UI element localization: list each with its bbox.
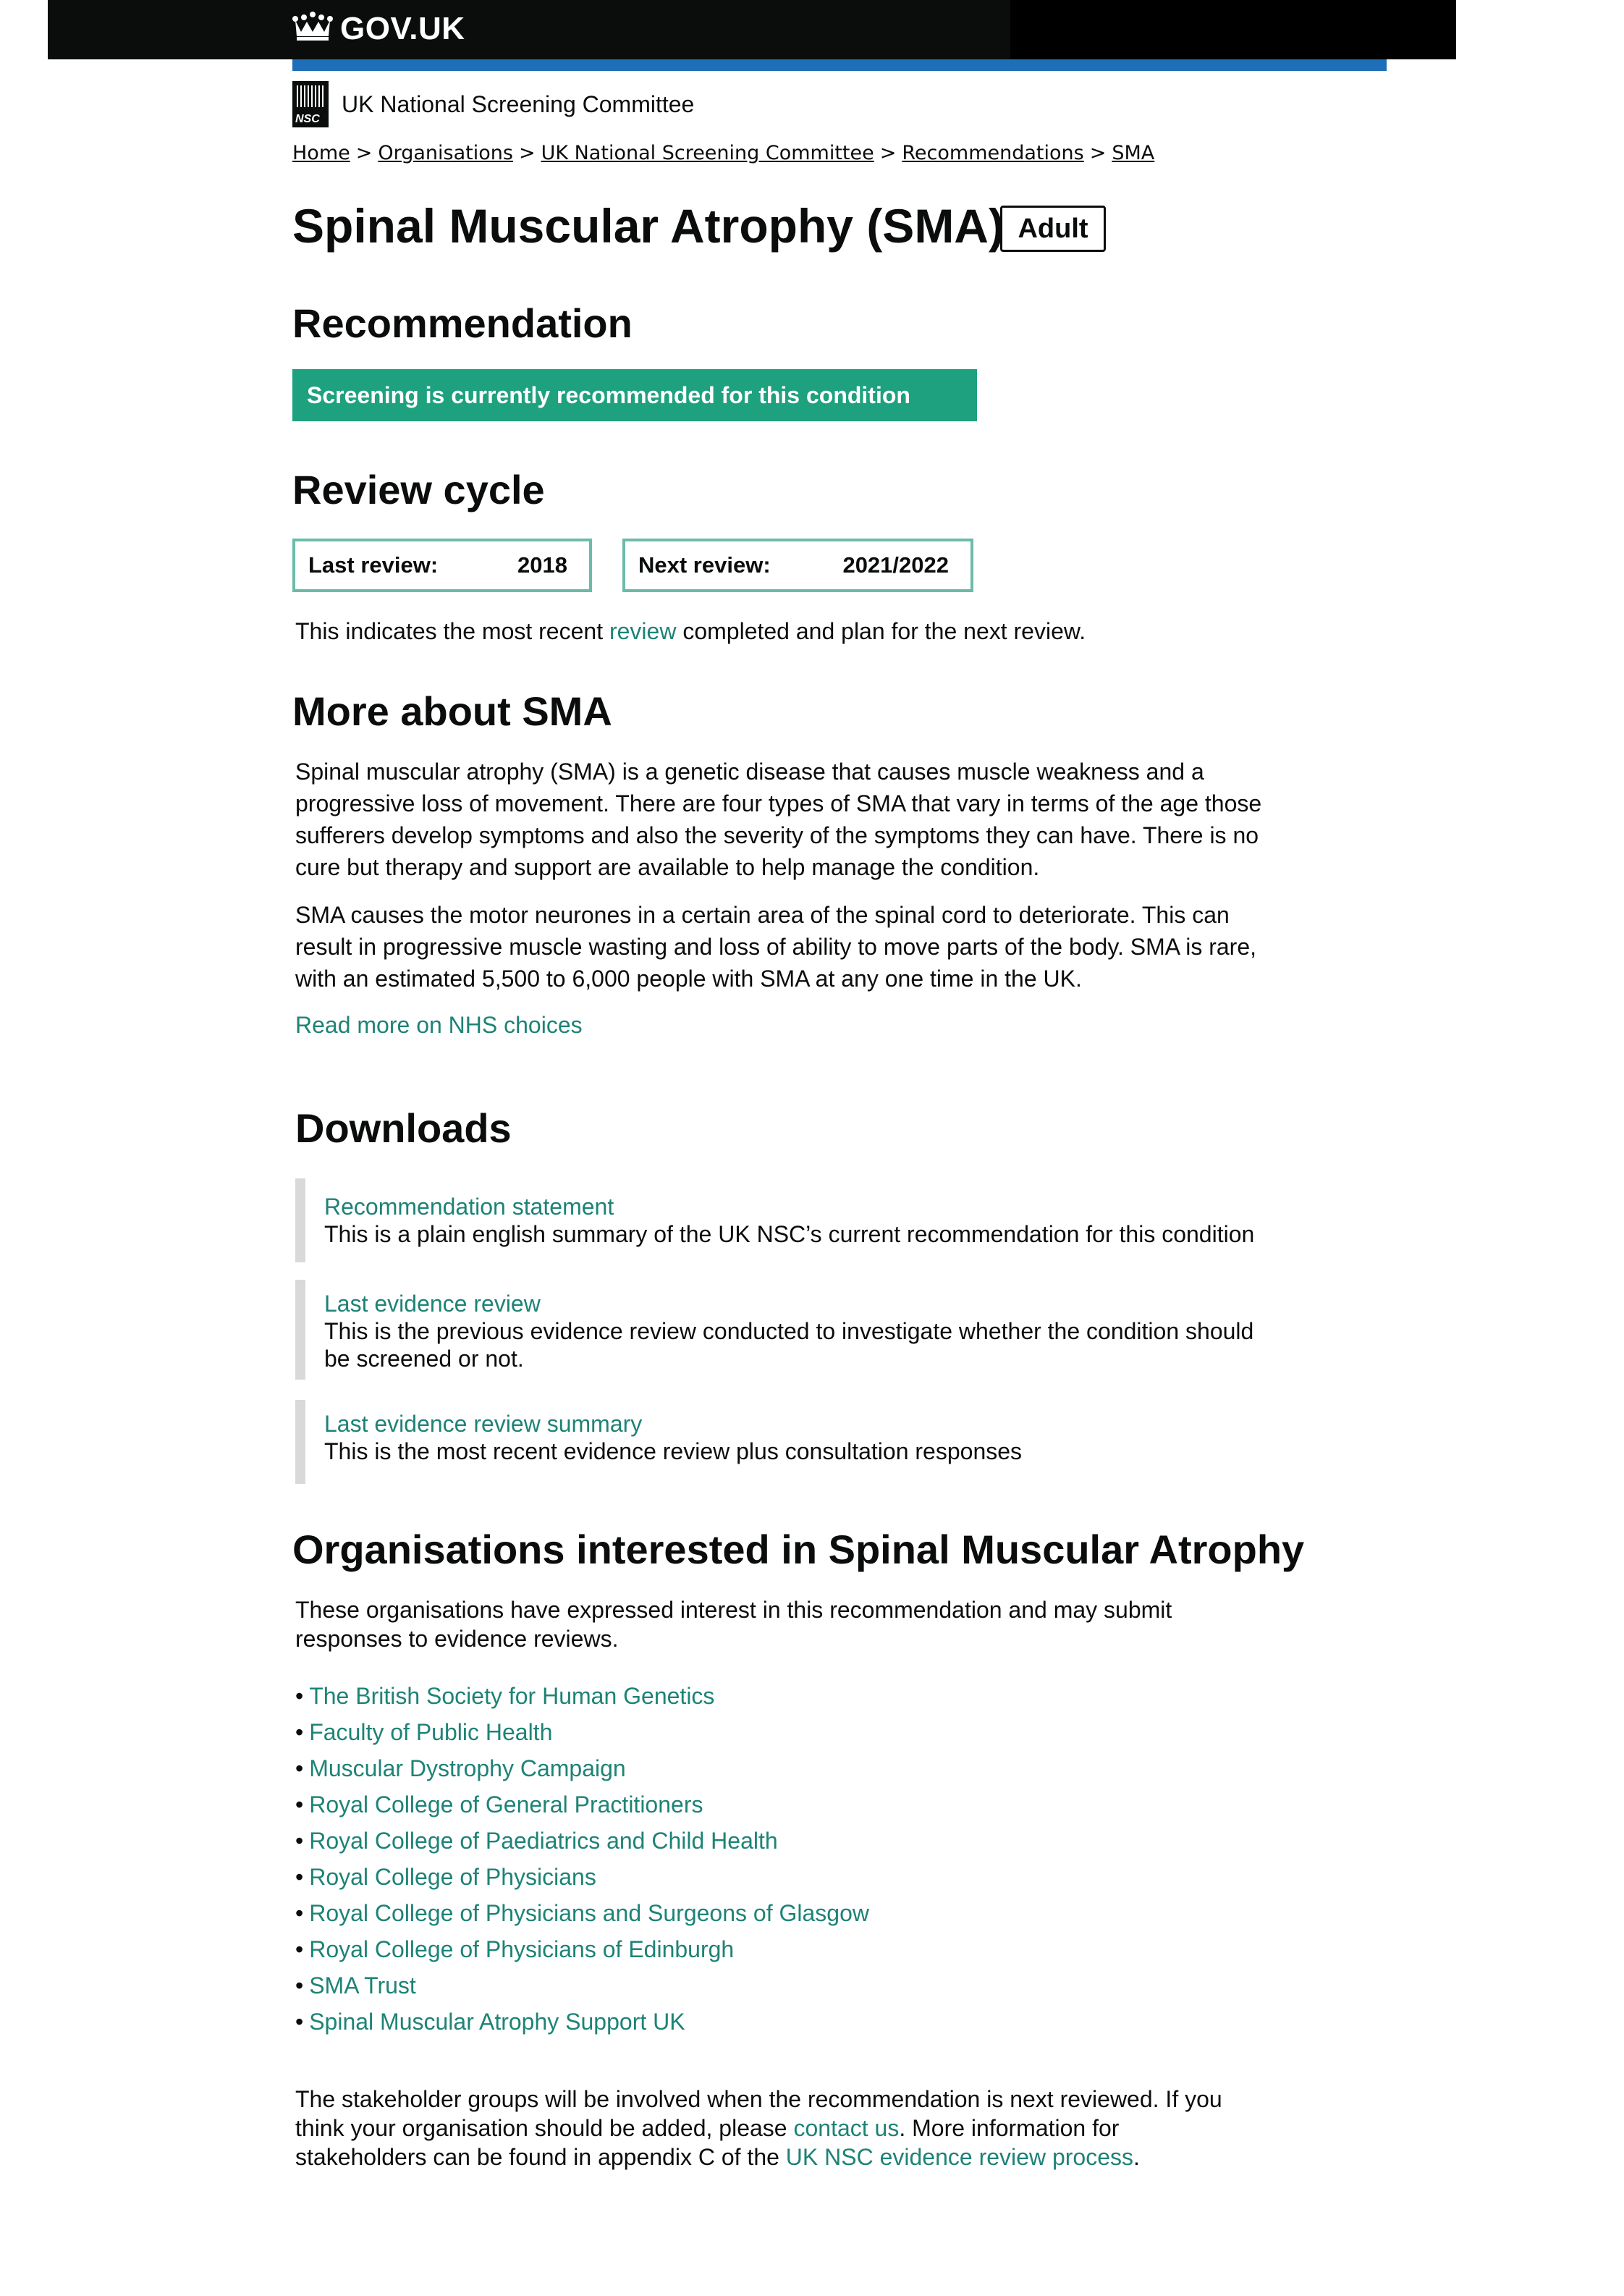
nsc-logo: NSC	[292, 81, 329, 127]
more-about-paragraph-2: SMA causes the motor neurones in a certa…	[295, 902, 1256, 992]
list-item: Royal College of Paediatrics and Child H…	[295, 1823, 869, 1859]
stakeholders-paragraph: The stakeholder groups will be involved …	[295, 2085, 1251, 2172]
contact-us-link[interactable]: contact us	[793, 2115, 899, 2141]
nhs-choices-paragraph: Read more on NHS choices	[295, 1009, 583, 1041]
review-cycle-heading: Review cycle	[292, 467, 545, 512]
organisation-link[interactable]: The British Society for Human Genetics	[309, 1683, 714, 1709]
more-about-heading: More about SMA	[292, 688, 612, 734]
review-link[interactable]: review	[609, 618, 676, 644]
download-link-last-evidence-review[interactable]: Last evidence review	[324, 1290, 1258, 1317]
organisation-link[interactable]: Royal College of Physicians of Edinburgh	[309, 1936, 734, 1962]
list-item: Royal College of General Practitioners	[295, 1786, 869, 1823]
list-item: Muscular Dystrophy Campaign	[295, 1750, 869, 1786]
organisation-header: NSC UK National Screening Committee	[292, 81, 694, 127]
breadcrumb-recommendations[interactable]: Recommendations	[902, 142, 1083, 164]
page-title: Spinal Muscular Atrophy (SMA)	[292, 199, 1005, 253]
breadcrumb: Home > Organisations > UK National Screening…	[292, 142, 1154, 164]
nsc-logo-text: NSC	[295, 113, 320, 125]
next-review-label: Next review:	[638, 552, 771, 578]
organisation-link[interactable]: Royal College of Physicians	[309, 1864, 596, 1890]
breadcrumb-separator: >	[355, 142, 373, 164]
download-link-recommendation-statement[interactable]: Recommendation statement	[324, 1193, 1258, 1220]
breadcrumb-organisations[interactable]: Organisations	[378, 142, 513, 164]
download-description: This is a plain english summary of the U…	[324, 1221, 1255, 1247]
nhs-choices-link[interactable]: Read more on NHS choices	[295, 1012, 583, 1038]
last-review-value: 2018	[517, 552, 567, 578]
organisation-link[interactable]: Spinal Muscular Atrophy Support UK	[309, 2009, 685, 2035]
last-review-box: Last review: 2018	[292, 539, 592, 592]
list-item: Royal College of Physicians and Surgeons…	[295, 1895, 869, 1931]
crown-icon	[292, 10, 340, 48]
breadcrumb-separator: >	[1089, 142, 1107, 164]
download-description: This is the previous evidence review con…	[324, 1318, 1254, 1372]
breadcrumb-uk-nsc[interactable]: UK National Screening Committee	[541, 142, 874, 164]
review-cycle-note: This indicates the most recent review co…	[295, 615, 1086, 647]
organisation-link[interactable]: Faculty of Public Health	[309, 1719, 552, 1745]
list-item: Spinal Muscular Atrophy Support UK	[295, 2004, 869, 2040]
organisation-name: UK National Screening Committee	[342, 90, 695, 117]
list-item: Faculty of Public Health	[295, 1714, 869, 1750]
organisation-link[interactable]: Muscular Dystrophy Campaign	[309, 1755, 626, 1781]
nsc-logo-stripes	[297, 85, 324, 107]
download-link-evidence-review-summary[interactable]: Last evidence review summary	[324, 1410, 1258, 1438]
next-review-box: Next review: 2021/2022	[622, 539, 973, 592]
organisations-intro: These organisations have expressed inter…	[295, 1597, 1172, 1652]
organisation-link[interactable]: SMA Trust	[309, 1972, 416, 1999]
review-note-text: This indicates the most recent	[295, 618, 609, 644]
evidence-review-process-link[interactable]: UK NSC evidence review process	[786, 2144, 1133, 2170]
stakeholders-text: .	[1133, 2144, 1140, 2170]
breadcrumb-separator: >	[879, 142, 897, 164]
govuk-logo-text: GOV.UK	[340, 11, 465, 46]
organisations-heading: Organisations interested in Spinal Muscu…	[292, 1527, 1305, 1572]
downloads-heading: Downloads	[295, 1105, 512, 1151]
recommendation-banner: Screening is currently recommended for t…	[292, 369, 977, 421]
govuk-logo-link[interactable]: GOV.UK	[292, 9, 465, 49]
organisation-link[interactable]: Royal College of General Practitioners	[309, 1791, 703, 1818]
download-item: Recommendation statement This is a plain…	[295, 1178, 1258, 1262]
adult-tag: Adult	[1000, 206, 1106, 252]
list-item: SMA Trust	[295, 1967, 869, 2004]
recommendation-heading: Recommendation	[292, 300, 633, 346]
header-right-area	[1010, 0, 1456, 59]
breadcrumb-sma[interactable]: SMA	[1112, 142, 1154, 164]
download-description: This is the most recent evidence review …	[324, 1438, 1023, 1464]
list-item: Royal College of Physicians of Edinburgh	[295, 1931, 869, 1967]
header-blue-bar	[292, 59, 1387, 71]
download-item: Last evidence review summary This is the…	[295, 1400, 1258, 1484]
list-item: Royal College of Physicians	[295, 1859, 869, 1895]
breadcrumb-home[interactable]: Home	[292, 142, 350, 164]
last-review-label: Last review:	[308, 552, 439, 578]
organisation-link[interactable]: Royal College of Paediatrics and Child H…	[309, 1828, 777, 1854]
organisation-link[interactable]: Royal College of Physicians and Surgeons…	[309, 1900, 869, 1926]
next-review-value: 2021/2022	[842, 552, 949, 578]
organisations-list: The British Society for Human Genetics F…	[295, 1678, 869, 2040]
more-about-paragraph-1: Spinal muscular atrophy (SMA) is a genet…	[295, 759, 1262, 880]
breadcrumb-separator: >	[518, 142, 536, 164]
download-item: Last evidence review This is the previou…	[295, 1280, 1258, 1380]
review-note-text: completed and plan for the next review.	[676, 618, 1086, 644]
list-item: The British Society for Human Genetics	[295, 1678, 869, 1714]
